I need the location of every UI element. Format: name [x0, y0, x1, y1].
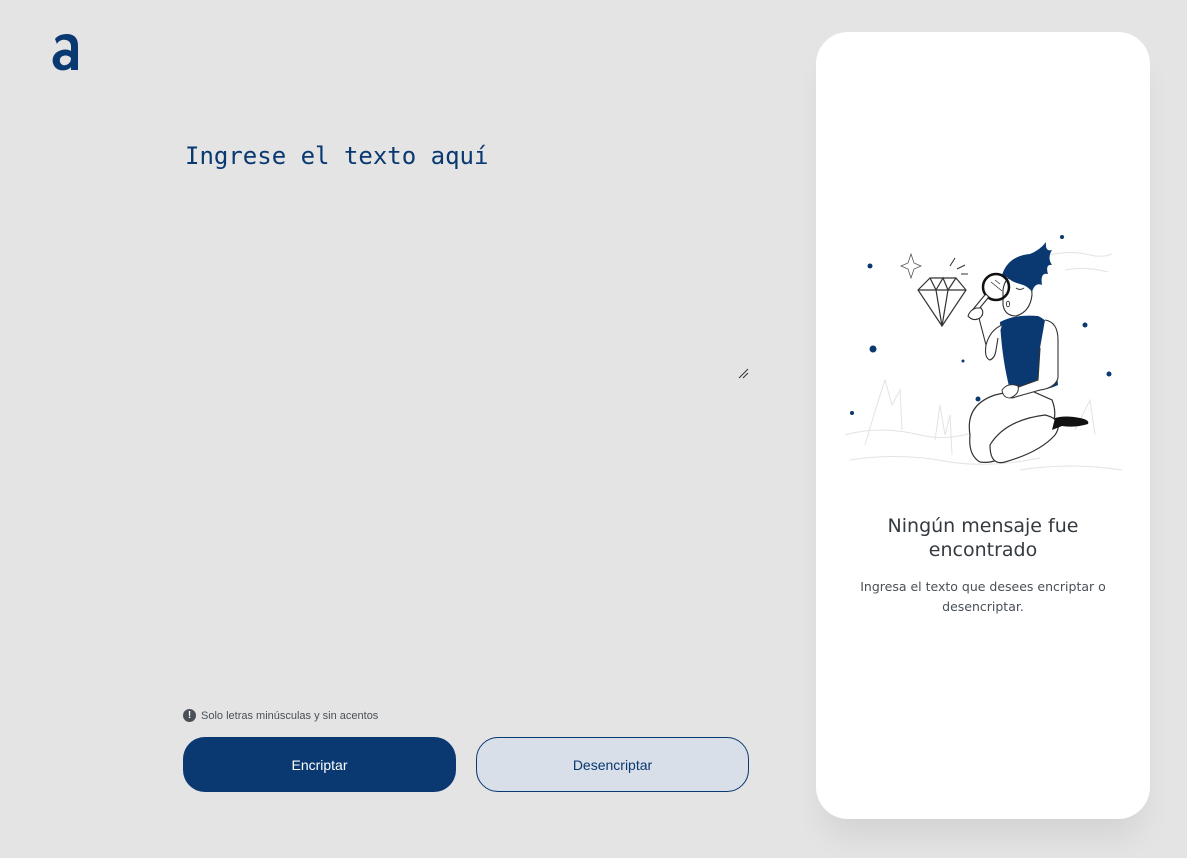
input-hint: ! Solo letras minúsculas y sin acentos: [183, 709, 378, 722]
text-input[interactable]: [183, 140, 750, 380]
resize-handle-icon[interactable]: [737, 366, 749, 379]
text-input-area: [183, 140, 750, 380]
info-icon: !: [183, 709, 196, 722]
decrypt-button[interactable]: Desencriptar: [476, 737, 749, 792]
no-message-title: Ningún mensaje fue encontrado: [887, 515, 1079, 561]
result-panel: Ningún mensaje fue encontrado Ingresa el…: [816, 32, 1150, 819]
encrypt-button[interactable]: Encriptar: [183, 737, 456, 792]
hint-text: Solo letras minúsculas y sin acentos: [201, 709, 379, 722]
brand-logo-icon[interactable]: [50, 30, 82, 74]
person-with-magnifying-glass-illustration: [840, 230, 1128, 492]
no-message-subtitle: Ingresa el texto que desees encriptar o …: [860, 579, 1106, 614]
